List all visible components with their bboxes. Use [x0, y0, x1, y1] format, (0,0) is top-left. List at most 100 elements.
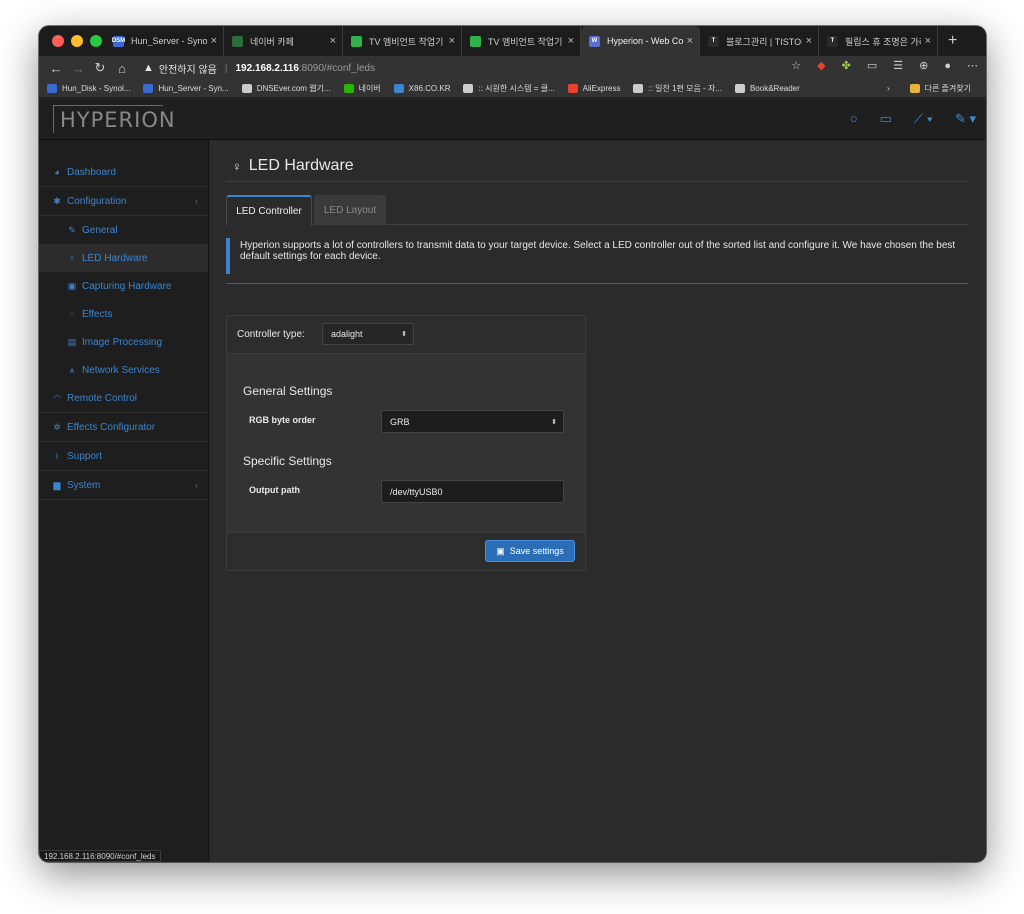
bookmark-label: :: 시원한 시스템 = 클...: [478, 84, 555, 93]
bookmark-label: DNSEver.com 웹기...: [256, 84, 331, 93]
tab-led-controller[interactable]: LED Controller: [226, 195, 312, 226]
sidebar-item[interactable]: ▆ System ‹: [39, 471, 208, 500]
profile-avatar[interactable]: ●: [944, 60, 951, 72]
hyperion-logo[interactable]: HYPERION: [53, 105, 175, 133]
bookmark-label: X86.CO.KR: [408, 84, 451, 93]
bookmarks-bar: Hun_Disk - Synol... Hun_Server - Syn... DN…: [39, 80, 986, 98]
browser-tab[interactable]: W Hyperion - Web Co ×: [581, 26, 700, 56]
bookmark-favicon-icon: [241, 84, 252, 93]
new-tab-button[interactable]: +: [938, 32, 957, 50]
sidebar-item[interactable]: i Support: [39, 442, 208, 471]
favorites-list-icon[interactable]: ☰: [893, 59, 903, 72]
sidebar-item-label: Effects Configurator: [67, 421, 156, 433]
save-settings-button[interactable]: ▣ Save settings: [485, 540, 575, 562]
bookmark-item[interactable]: 네이버: [336, 83, 386, 94]
close-tab-icon[interactable]: ×: [925, 35, 931, 47]
lightbulb-icon[interactable]: ○: [850, 111, 858, 127]
extension-puzzle-icon[interactable]: ✤: [842, 59, 851, 72]
close-window-button[interactable]: [52, 35, 64, 47]
extension-reader-icon[interactable]: ▭: [867, 59, 877, 72]
bookmark-favicon-icon: [463, 84, 474, 93]
controller-type-select[interactable]: adalight ⬍: [322, 323, 414, 345]
output-path-label: Output path: [249, 485, 300, 495]
home-icon[interactable]: ⌂: [111, 61, 133, 76]
browser-tab[interactable]: TV 엠비언트 작업기 1 ×: [343, 26, 462, 56]
chevron-right-icon[interactable]: ›: [887, 84, 890, 93]
back-icon[interactable]: ←: [45, 61, 67, 76]
sidebar-item[interactable]: ◠ Remote Control: [39, 384, 208, 413]
controller-panel: Controller type: adalight ⬍ General Sett…: [226, 315, 586, 571]
sidebar-item[interactable]: ✲ Effects Configurator: [39, 413, 208, 442]
sidebar-menu: ◕ Dashboard ✱ Configuration ‹ ✎ General ♀ LED Ha…: [39, 158, 208, 500]
browser-tab[interactable]: T 블로그관리 | TISTOR ×: [700, 26, 819, 56]
tab-led-layout[interactable]: LED Layout: [314, 195, 386, 225]
bookmark-label: Hun_Disk - Synol...: [62, 84, 131, 93]
sidebar-item[interactable]: ◕ Dashboard: [39, 158, 208, 187]
magic-wand-icon[interactable]: ⟋ ▾: [914, 111, 933, 127]
app-navbar: HYPERION ○ ▭ ⟋ ▾ ✎ ▾: [39, 99, 986, 140]
extension-icon[interactable]: ◆: [817, 59, 825, 72]
close-tab-icon[interactable]: ×: [568, 35, 574, 47]
info-callout: Hyperion supports a lot of controllers t…: [226, 238, 968, 274]
gear-icon: ✱: [53, 195, 61, 206]
browser-tab[interactable]: TV 엠비언트 작업기 1 ×: [462, 26, 581, 56]
close-tab-icon[interactable]: ×: [449, 35, 455, 47]
bookmark-favicon-icon: [734, 84, 745, 93]
close-tab-icon[interactable]: ×: [806, 35, 812, 47]
floppy-disk-icon: ▣: [496, 545, 505, 556]
collections-icon[interactable]: ⊕: [919, 59, 928, 72]
panel-footer: ▣ Save settings: [227, 532, 585, 570]
address-bar[interactable]: ▲ 안전하지 않음 | 192.168.2.116 :8090/#conf_le…: [143, 58, 823, 78]
bookmark-item[interactable]: Hun_Server - Syn...: [135, 83, 233, 94]
sidebar-item-label: General: [82, 224, 118, 236]
bookmark-label: :: 일찬 1편 모음 - 자...: [648, 84, 722, 93]
forward-icon[interactable]: →: [67, 61, 89, 76]
browser-tab[interactable]: DSM Hun_Server - Synol ×: [105, 26, 224, 56]
address-separator: |: [224, 62, 228, 74]
bookmark-item[interactable]: X86.CO.KR: [386, 83, 456, 94]
bookmark-label: Book&Reader: [749, 84, 800, 93]
folder-icon: [909, 84, 920, 93]
wrench-icon[interactable]: ✎ ▾: [955, 111, 976, 127]
maximize-window-button[interactable]: [90, 35, 102, 47]
minimize-window-button[interactable]: [71, 35, 83, 47]
favorite-star-icon[interactable]: ☆: [791, 59, 801, 72]
tab-strip: DSM Hun_Server - Synol × 네이버 카페 × TV 엠비언트 작업기…: [39, 26, 986, 56]
sidebar-item[interactable]: ♀ LED Hardware: [39, 244, 208, 272]
more-icon[interactable]: ⋯: [967, 59, 978, 72]
browser-window: DSM Hun_Server - Synol × 네이버 카페 × TV 엠비언트 작업기…: [39, 26, 986, 862]
bookmark-item[interactable]: AliExpress: [560, 83, 626, 94]
bookmark-item[interactable]: :: 일찬 1편 모음 - 자...: [625, 83, 727, 94]
sidebar-item[interactable]: ▣ Capturing Hardware: [39, 272, 208, 300]
toolbar-actions: ☆ ◆ ✤ ▭ ☰ ⊕ ● ⋯: [791, 59, 978, 73]
other-bookmarks[interactable]: 다른 즐겨찾기: [902, 83, 976, 94]
sidebar-item[interactable]: ✎ General: [39, 216, 208, 244]
bookmark-item[interactable]: :: 시원한 시스템 = 클...: [455, 83, 559, 94]
bookmark-favicon-icon: [393, 84, 404, 93]
panel-header: Controller type: adalight ⬍: [227, 316, 585, 354]
close-tab-icon[interactable]: ×: [330, 35, 336, 47]
close-tab-icon[interactable]: ×: [687, 35, 693, 47]
close-tab-icon[interactable]: ×: [211, 35, 217, 47]
image-icon: ▤: [67, 336, 77, 347]
tab-title: Hun_Server - Synol: [131, 36, 207, 46]
sidebar-item[interactable]: ▤ Image Processing: [39, 328, 208, 356]
sidebar-item[interactable]: ⩚ Network Services: [39, 356, 208, 384]
bookmark-item[interactable]: Hun_Disk - Synol...: [39, 83, 135, 94]
browser-tab[interactable]: 네이버 카페 ×: [224, 26, 343, 56]
refresh-icon[interactable]: ↻: [89, 60, 111, 76]
monitor-icon[interactable]: ▭: [880, 111, 892, 127]
sidebar-item[interactable]: ⁘ Effects: [39, 300, 208, 328]
output-path-input[interactable]: /dev/ttyUSB0: [381, 480, 564, 503]
sidebar-item[interactable]: ✱ Configuration ‹: [39, 187, 208, 216]
bookmark-item[interactable]: Book&Reader: [727, 83, 805, 94]
sidebar-item-label: Network Services: [82, 364, 160, 376]
rgb-byte-order-select[interactable]: GRB ⬍: [381, 410, 564, 433]
callout-divider: [226, 283, 968, 284]
bookmark-favicon-icon: [633, 84, 644, 93]
bookmark-item[interactable]: DNSEver.com 웹기...: [234, 83, 336, 94]
bookmarks-list: Hun_Disk - Synol... Hun_Server - Syn... DN…: [39, 83, 805, 94]
browser-tab[interactable]: T 필립스 휴 조명은 가리 ×: [819, 26, 938, 56]
title-divider: [226, 181, 968, 182]
sidebar-item-label: Capturing Hardware: [82, 280, 172, 292]
